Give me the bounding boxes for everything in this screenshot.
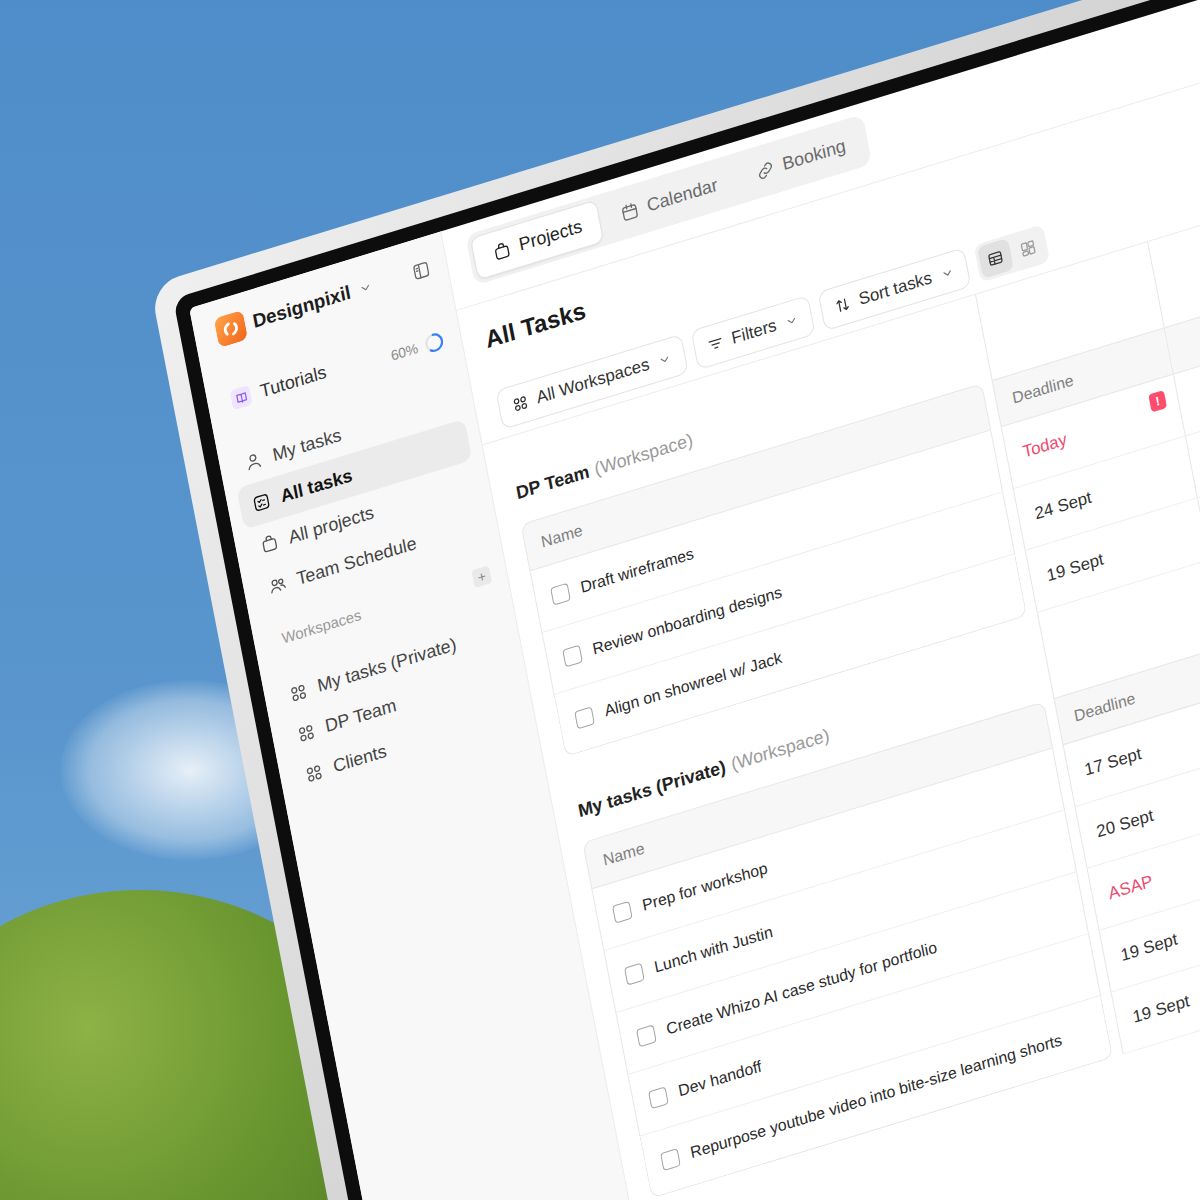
task-checkbox[interactable] <box>648 1086 669 1109</box>
workspaces-header: Workspaces + <box>252 555 509 661</box>
task-checkbox[interactable] <box>660 1148 681 1171</box>
deadline-text: Today <box>1021 430 1068 463</box>
task-name: Draft wireframes <box>579 545 695 597</box>
group-type: (Workspace) <box>729 725 831 776</box>
column-header[interactable]: Deadline <box>992 327 1174 427</box>
link-icon <box>754 157 777 183</box>
workspaces-label: Workspaces <box>280 605 362 646</box>
workspace-item[interactable]: Clients <box>289 690 525 800</box>
deadline-text: 19 Sept <box>1131 991 1191 1028</box>
alert-badge: ! <box>1148 390 1167 412</box>
task-name: Lunch with Justin <box>653 923 774 977</box>
task-checkbox[interactable] <box>612 901 633 924</box>
monitor-bezel: Designpixil Tutorials 60% My tasksAll tasks… <box>173 0 1200 1200</box>
tab-label: Calendar <box>645 175 719 217</box>
sidebar-item-label: All tasks <box>279 465 354 507</box>
tab[interactable]: Calendar <box>598 158 740 241</box>
task-checkbox[interactable] <box>562 645 583 668</box>
progress-percent: 60% <box>389 340 419 364</box>
progress-ring-icon <box>422 329 447 357</box>
workspace-item-label: Clients <box>331 741 388 778</box>
workspace-filter-dropdown[interactable]: All Workspaces <box>495 334 688 430</box>
collapse-sidebar-button[interactable] <box>410 258 433 284</box>
bag-icon <box>490 238 513 264</box>
task-checkbox[interactable] <box>636 1024 657 1047</box>
column-header <box>1165 157 1200 374</box>
filter-icon <box>705 333 726 356</box>
task-checkbox[interactable] <box>574 706 595 729</box>
chevron-down-icon <box>655 349 673 369</box>
view-toggle <box>973 224 1049 282</box>
view-button[interactable] <box>1009 228 1046 269</box>
user-icon <box>242 449 265 475</box>
group-name: DP Team <box>515 461 591 504</box>
deadline-text: 19 Sept <box>1119 929 1179 966</box>
sidebar-nav: My tasksAll tasksAll projectsTeam Schedu… <box>217 374 500 616</box>
task-name: Review onboarding designs <box>591 583 783 658</box>
sort-arrows-icon <box>832 294 853 317</box>
workspace-item-label: DP Team <box>324 695 399 737</box>
sort-button[interactable]: Sort tasks <box>818 247 971 331</box>
grid-icon <box>510 392 531 415</box>
grid-icon <box>295 720 318 746</box>
tasks-icon <box>250 490 273 516</box>
deadline-text: 19 Sept <box>1045 549 1105 586</box>
workspace-name: Designpixil <box>251 282 353 333</box>
filters-button[interactable]: Filters <box>691 295 816 370</box>
deadline-text: 20 Sept <box>1095 806 1155 843</box>
task-checkbox[interactable] <box>550 583 571 606</box>
view-button[interactable] <box>977 238 1014 279</box>
task-name: Dev handoff <box>677 1057 763 1100</box>
tab[interactable]: Projects <box>470 200 604 281</box>
column-header[interactable]: Deadline <box>1053 645 1200 745</box>
monitor: Designpixil Tutorials 60% My tasksAll tasks… <box>150 0 1200 1200</box>
task-row[interactable]: Align on showreel w/ Jack <box>554 554 1028 757</box>
deadline-text: ASAP <box>1107 871 1154 904</box>
workspace-item-label: My tasks (Private) <box>316 634 459 697</box>
grid-icon <box>303 760 326 786</box>
chevron-down-icon <box>783 311 801 331</box>
task-name: Repurpose youtube video into bite-size l… <box>689 1031 1064 1162</box>
calendar-icon <box>618 199 641 225</box>
task-name: Align on showreel w/ Jack <box>603 649 783 721</box>
designpixil-logo-icon <box>214 310 249 348</box>
deadline-text: 17 Sept <box>1083 744 1143 781</box>
scene: Designpixil Tutorials 60% My tasksAll tasks… <box>0 0 1200 1200</box>
task-checkbox[interactable] <box>624 963 645 986</box>
table-view-icon <box>985 247 1006 270</box>
chevron-down-icon <box>357 277 375 297</box>
tab-group: Projects Calendar Booking <box>465 114 872 286</box>
grid-icon <box>287 680 310 706</box>
tutorials-progress: 60% <box>387 321 447 367</box>
sidebar-toggle-icon <box>410 258 433 284</box>
extra-column-space <box>1148 72 1200 327</box>
task-row[interactable]: Repurpose youtube video into bite-size l… <box>640 996 1114 1199</box>
deadline-text: 24 Sept <box>1033 488 1093 525</box>
tab-label: Projects <box>517 216 584 256</box>
chevron-down-icon <box>938 263 956 283</box>
tab[interactable]: Booking <box>733 119 867 200</box>
column-header[interactable]: Name <box>520 383 991 571</box>
bag-icon <box>258 531 281 557</box>
book-icon <box>230 385 253 411</box>
group-type: (Workspace) <box>593 430 695 481</box>
team-icon <box>266 572 289 598</box>
extra-cell <box>1186 266 1200 498</box>
task-group: DP Team(Workspace)NameDeadlineDraft wire… <box>504 72 1200 757</box>
app-window: Designpixil Tutorials 60% My tasksAll tasks… <box>189 0 1200 1200</box>
tab-label: Booking <box>781 135 848 175</box>
task-name: Prep for workshop <box>641 859 769 915</box>
board-view-icon <box>1018 237 1039 260</box>
tutorials-label: Tutorials <box>258 361 328 402</box>
top-tab-bar: Projects Calendar Booking <box>441 0 1200 311</box>
add-workspace-button[interactable]: + <box>471 565 492 588</box>
